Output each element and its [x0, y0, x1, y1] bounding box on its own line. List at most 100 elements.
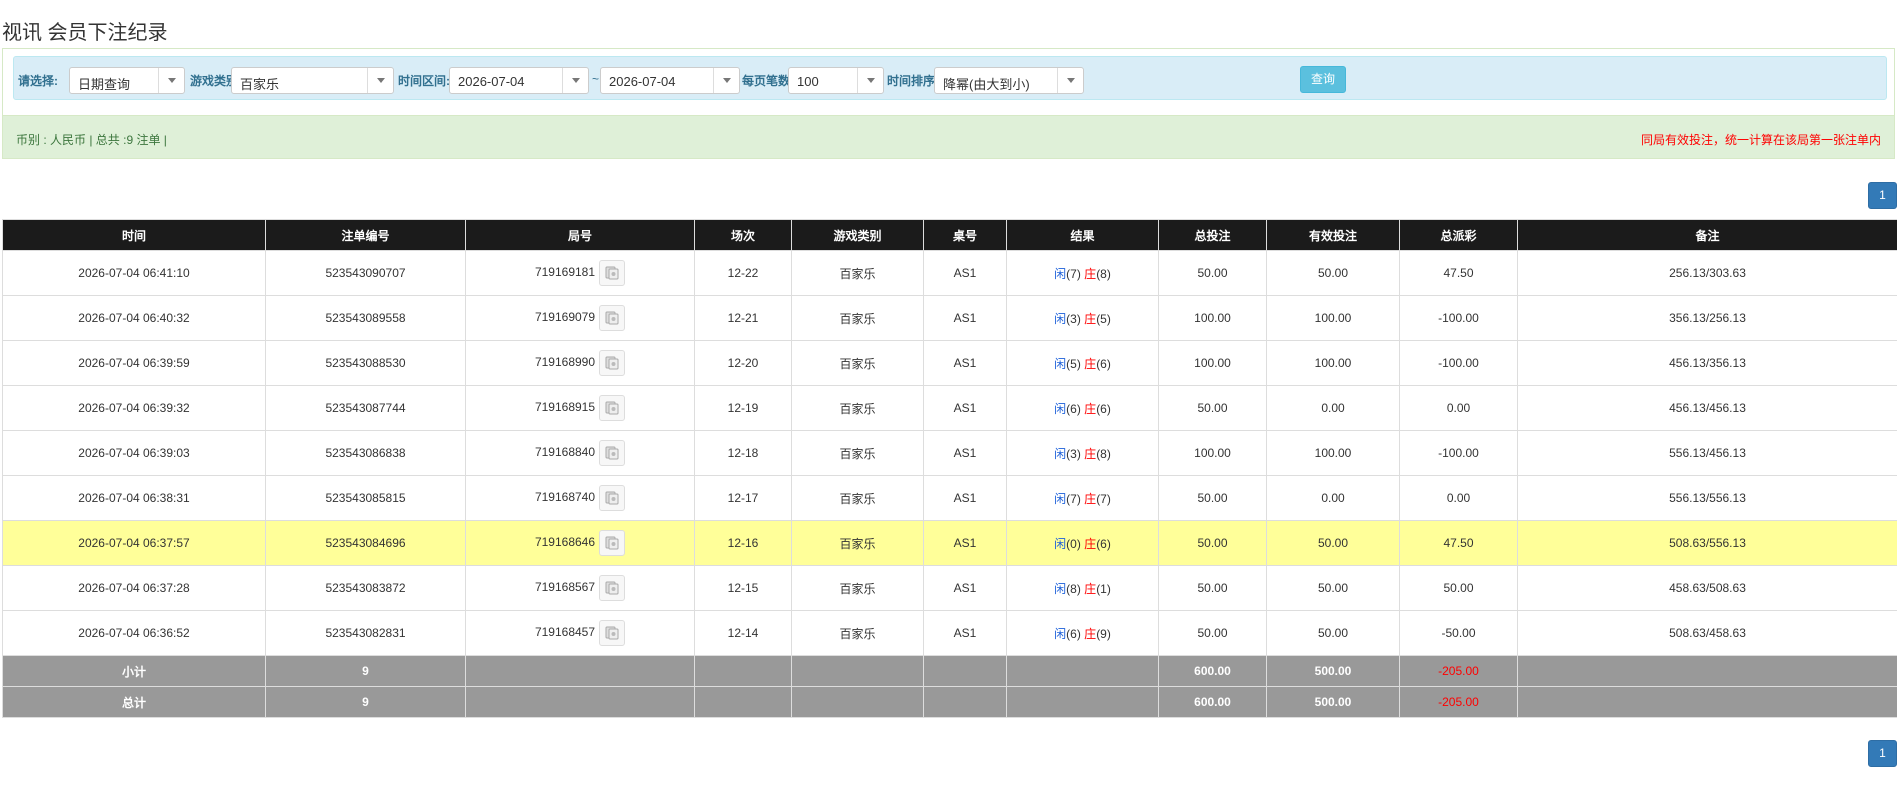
cell-round: 719168915	[465, 385, 695, 431]
cell-bet-id: 523543082831	[265, 610, 466, 656]
cell-bet-id: 523543087744	[265, 385, 466, 431]
cell-shoe: 12-17	[694, 475, 792, 521]
cell-time: 2026-07-04 06:40:32	[2, 295, 266, 341]
player-label: 闲	[1054, 311, 1067, 326]
card-table-icon[interactable]	[599, 620, 626, 646]
table-row: 2026-07-04 06:38:31 523543085815 719168740…	[2, 475, 1897, 521]
cell-valid-bet: 50.00	[1266, 565, 1400, 611]
cell-round: 719168990	[465, 340, 695, 386]
filter-panel: 请选择: 日期查询 游戏类别 百家乐 时间区间: 2026-07-04 ~ 20…	[2, 48, 1895, 159]
cell-total-bet: 100.00	[1158, 295, 1267, 341]
cell-result: 闲(5) 庄(6)	[1006, 340, 1159, 386]
cell-result: 闲(0) 庄(6)	[1006, 520, 1159, 566]
cell-shoe: 12-22	[694, 250, 792, 296]
total-label: 总计	[2, 686, 266, 718]
table-header-row: 时间 注单编号 局号 场次 游戏类别 桌号 结果 总投注 有效投注 总派彩 备注	[2, 219, 1897, 251]
cell-total-bet: 50.00	[1158, 520, 1267, 566]
cell-table-no: AS1	[923, 610, 1007, 656]
date-to-picker[interactable]: 2026-07-04	[600, 67, 740, 94]
cell-valid-bet: 0.00	[1266, 385, 1400, 431]
time-range-label: 时间区间:	[398, 74, 450, 88]
banker-label: 庄	[1084, 491, 1097, 506]
total-empty-cell	[694, 655, 792, 687]
pagination-top-page-1[interactable]: 1	[1868, 182, 1897, 209]
date-from-picker[interactable]: 2026-07-04	[449, 67, 589, 94]
cell-table-no: AS1	[923, 475, 1007, 521]
filter-bar: 请选择: 日期查询 游戏类别 百家乐 时间区间: 2026-07-04 ~ 20…	[13, 56, 1887, 100]
banker-score: (6)	[1096, 401, 1111, 416]
sort-label: 时间排序:	[887, 74, 939, 88]
cell-result: 闲(8) 庄(1)	[1006, 565, 1159, 611]
cell-round: 719169079	[465, 295, 695, 341]
card-table-icon[interactable]	[599, 485, 626, 511]
cell-note: 556.13/556.13	[1517, 475, 1897, 521]
cell-note: 356.13/256.13	[1517, 295, 1897, 341]
column-header: 有效投注	[1266, 219, 1400, 251]
player-label: 闲	[1054, 356, 1067, 371]
cell-shoe: 12-16	[694, 520, 792, 566]
player-score: (5)	[1066, 356, 1081, 371]
table-row: 2026-07-04 06:40:32 523543089558 719169079…	[2, 295, 1897, 341]
column-header: 场次	[694, 219, 792, 251]
column-header: 备注	[1517, 219, 1897, 251]
cell-payout: -50.00	[1399, 610, 1518, 656]
chevron-down-icon	[367, 68, 393, 93]
cell-game-type: 百家乐	[791, 565, 924, 611]
card-table-icon[interactable]	[599, 530, 626, 556]
card-table-icon[interactable]	[599, 260, 626, 286]
chevron-down-icon	[158, 68, 184, 93]
game-type-select[interactable]: 百家乐	[231, 67, 394, 94]
cell-total-bet: 50.00	[1158, 385, 1267, 431]
column-header: 总派彩	[1399, 219, 1518, 251]
table-row: 2026-07-04 06:41:10 523543090707 719169181…	[2, 250, 1897, 296]
cell-round: 719168740	[465, 475, 695, 521]
player-label: 闲	[1054, 401, 1067, 416]
cell-valid-bet: 100.00	[1266, 340, 1400, 386]
cell-result: 闲(6) 庄(9)	[1006, 610, 1159, 656]
total-valid-bet-sum: 500.00	[1266, 686, 1400, 718]
cell-round: 719168457	[465, 610, 695, 656]
sort-order-select[interactable]: 降幂(由大到小)	[934, 67, 1084, 94]
round-number: 719168740	[534, 490, 596, 505]
banker-label: 庄	[1084, 311, 1097, 326]
total-empty-cell	[791, 655, 924, 687]
total-empty-cell	[694, 686, 792, 718]
column-header: 局号	[465, 219, 695, 251]
cell-result: 闲(3) 庄(8)	[1006, 430, 1159, 476]
round-number: 719168840	[534, 445, 596, 460]
query-type-select[interactable]: 日期查询	[69, 67, 185, 94]
cell-result: 闲(6) 庄(6)	[1006, 385, 1159, 431]
player-score: (3)	[1066, 311, 1081, 326]
table-row: 2026-07-04 06:39:03 523543086838 719168840…	[2, 430, 1897, 476]
cell-note: 458.63/508.63	[1517, 565, 1897, 611]
total-empty-cell	[923, 655, 1007, 687]
page-size-select[interactable]: 100	[788, 67, 884, 94]
cell-table-no: AS1	[923, 385, 1007, 431]
pagination-bottom-page-1[interactable]: 1	[1868, 740, 1897, 767]
column-header: 总投注	[1158, 219, 1267, 251]
round-number: 719168915	[534, 400, 596, 415]
total-payout-sum: -205.00	[1399, 655, 1518, 687]
cell-payout: 0.00	[1399, 385, 1518, 431]
cell-time: 2026-07-04 06:39:03	[2, 430, 266, 476]
table-row: 2026-07-04 06:39:59 523543088530 719168990…	[2, 340, 1897, 386]
player-score: (0)	[1066, 536, 1081, 551]
summary-currency-count: 币别 : 人民币 | 总共 :9 注单 |	[16, 133, 167, 147]
banker-score: (7)	[1096, 491, 1111, 506]
column-header: 结果	[1006, 219, 1159, 251]
query-type-value: 日期查询	[78, 77, 131, 92]
total-empty-cell	[465, 655, 695, 687]
card-table-icon[interactable]	[599, 575, 626, 601]
total-row: 小计 9 600.00 500.00 -205.00	[2, 655, 1897, 687]
cell-time: 2026-07-04 06:37:28	[2, 565, 266, 611]
cell-payout: -100.00	[1399, 295, 1518, 341]
cell-valid-bet: 50.00	[1266, 520, 1400, 566]
card-table-icon[interactable]	[599, 305, 626, 331]
card-table-icon[interactable]	[599, 395, 626, 421]
card-table-icon[interactable]	[599, 350, 626, 376]
cell-shoe: 12-21	[694, 295, 792, 341]
card-table-icon[interactable]	[599, 440, 626, 466]
query-button[interactable]: 查询	[1300, 66, 1346, 93]
cell-valid-bet: 0.00	[1266, 475, 1400, 521]
cell-bet-id: 523543086838	[265, 430, 466, 476]
